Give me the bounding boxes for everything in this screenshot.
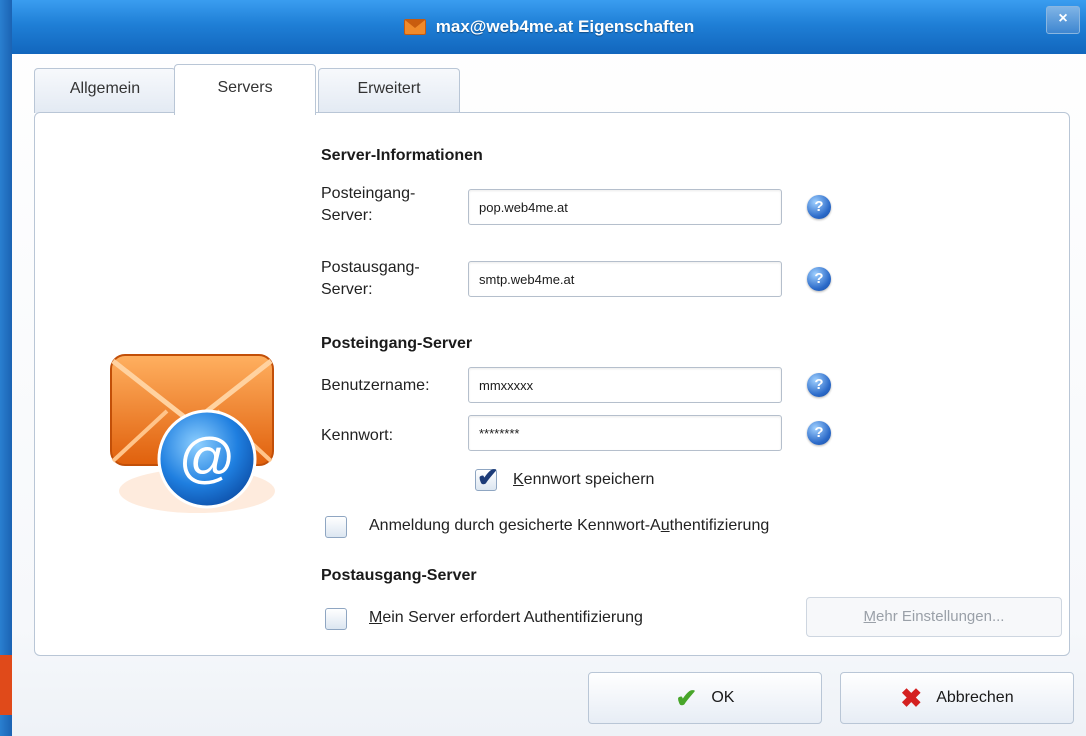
- window-title: max@web4me.at Eigenschaften: [435, 17, 695, 36]
- incoming-server-heading: Posteingang-Server: [321, 335, 473, 352]
- properties-dialog: max@web4me.at Eigenschaften × Allgemein …: [12, 0, 1086, 736]
- tab-allgemein[interactable]: Allgemein: [34, 68, 176, 113]
- ok-button[interactable]: ✔ OK: [588, 672, 822, 724]
- save-password-accesskey: K: [513, 471, 524, 488]
- more-settings-button[interactable]: Mehr Einstellungen...: [806, 597, 1062, 637]
- password-label: Kennwort:: [321, 427, 394, 444]
- outgoing-server-input[interactable]: smtp.web4me.at: [468, 261, 782, 297]
- tab-servers[interactable]: Servers: [174, 64, 316, 115]
- outgoing-server-label-line2: Server:: [321, 281, 373, 298]
- incoming-server-input[interactable]: pop.web4me.at: [468, 189, 782, 225]
- more-settings-text: ehr Einstellungen...: [876, 608, 1005, 625]
- save-password-checkbox[interactable]: ✔: [475, 462, 499, 492]
- spa-text-a: Anmeldung durch gesicherte Kennwort-A: [369, 517, 661, 534]
- outgoing-server-heading: Postausgang-Server: [321, 567, 477, 584]
- save-password-text: ennwort speichern: [523, 471, 655, 488]
- save-password-label[interactable]: Kennwort speichern: [513, 469, 654, 491]
- spa-label[interactable]: Anmeldung durch gesicherte Kennwort-Auth…: [369, 515, 769, 537]
- background-window-edge: [0, 0, 12, 736]
- close-button[interactable]: ×: [1046, 6, 1080, 34]
- more-settings-accesskey: M: [863, 608, 877, 625]
- outgoing-auth-text: ein Server erfordert Authentifizierung: [382, 609, 643, 626]
- title-bar[interactable]: max@web4me.at Eigenschaften ×: [12, 0, 1086, 54]
- incoming-server-label-line1: Posteingang-: [321, 185, 416, 202]
- spa-text-c: thentifizierung: [669, 517, 770, 534]
- username-help-icon[interactable]: ?: [807, 373, 831, 397]
- outgoing-server-label: Postausgang- Server:: [321, 257, 420, 301]
- username-input[interactable]: mmxxxxx: [468, 367, 782, 403]
- incoming-server-label-line2: Server:: [321, 207, 373, 224]
- password-input[interactable]: ********: [468, 415, 782, 451]
- mail-envelope-icon: [403, 19, 426, 35]
- spa-accesskey: u: [660, 517, 670, 534]
- email-at-icon: @: [110, 354, 275, 513]
- password-help-icon[interactable]: ?: [807, 421, 831, 445]
- tab-erweitert[interactable]: Erweitert: [318, 68, 460, 113]
- outgoing-auth-accesskey: M: [369, 609, 383, 626]
- svg-text:@: @: [179, 426, 236, 489]
- cancel-x-icon: ✖: [900, 682, 923, 713]
- outgoing-server-label-line1: Postausgang-: [321, 259, 420, 276]
- incoming-server-label: Posteingang- Server:: [321, 183, 415, 227]
- incoming-server-help-icon[interactable]: ?: [807, 195, 831, 219]
- cancel-button-label: Abbrechen: [936, 689, 1014, 706]
- servers-panel: @ Server-Informationen Posteingang- Serv…: [34, 112, 1070, 656]
- outgoing-server-help-icon[interactable]: ?: [807, 267, 831, 291]
- outgoing-auth-label[interactable]: Mein Server erfordert Authentifizierung: [369, 607, 643, 629]
- spa-checkbox[interactable]: [325, 516, 347, 538]
- ok-button-label: OK: [711, 689, 735, 706]
- cancel-button[interactable]: ✖ Abbrechen: [840, 672, 1074, 724]
- username-label: Benutzername:: [321, 377, 430, 394]
- ok-check-icon: ✔: [675, 682, 698, 713]
- server-info-heading: Server-Informationen: [321, 147, 483, 164]
- outgoing-auth-checkbox[interactable]: [325, 608, 347, 630]
- checkmark-icon: ✔: [477, 462, 499, 492]
